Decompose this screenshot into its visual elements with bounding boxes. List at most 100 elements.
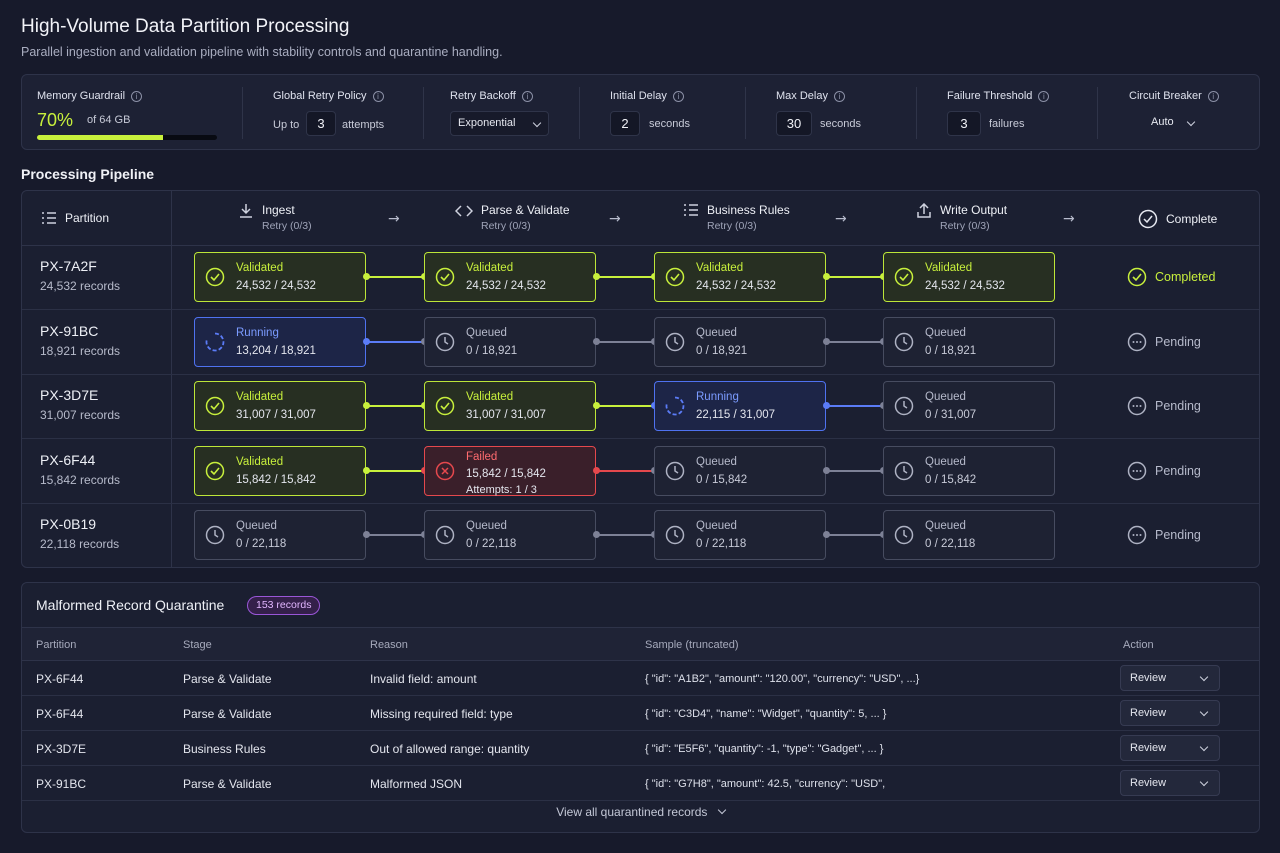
pipeline-table: Partition Ingest Retry (0/3) → Parse & Va… — [21, 190, 1260, 568]
stage-cell[interactable]: Queued 0 / 18,921 — [424, 316, 596, 367]
failure-threshold-input[interactable]: 3 — [947, 111, 981, 136]
stage-cell[interactable]: Validated 24,532 / 24,532 — [654, 252, 826, 302]
stage-status: Validated — [925, 262, 973, 274]
initial-delay-input[interactable]: 2 — [610, 111, 640, 136]
info-icon[interactable]: i — [372, 90, 384, 102]
connector-dot — [362, 531, 370, 538]
stage-header-ingest: Ingest Retry (0/3) — [238, 203, 312, 232]
stage-cell[interactable]: Queued 0 / 22,118 — [194, 510, 366, 560]
failure-threshold-unit: failures — [989, 118, 1025, 130]
retry-prefix: Up to — [273, 119, 300, 131]
stage-status: Running — [696, 391, 739, 403]
chevron-down-icon — [1199, 742, 1209, 752]
info-icon[interactable]: i — [131, 90, 143, 102]
retry-backoff-select[interactable]: Exponential — [450, 111, 549, 136]
stage-status-icon — [435, 332, 455, 352]
col-partition: Partition — [36, 639, 77, 651]
partition-header-label: Partition — [65, 211, 110, 225]
stage-status-icon — [435, 396, 455, 416]
info-icon[interactable]: i — [521, 90, 533, 102]
stage-cell[interactable]: Validated 15,842 / 15,842 — [194, 445, 366, 496]
stage-connector — [366, 340, 424, 343]
quarantine-table-header: Partition Stage Reason Sample (truncated… — [22, 627, 1259, 661]
stage-header-parse-validate: Parse & Validate Retry (0/3) — [455, 203, 570, 232]
stage-status-icon — [435, 525, 455, 545]
partition-column-header: Partition — [41, 211, 109, 225]
quarantine-stage: Parse & Validate — [183, 672, 272, 686]
stage-progress: 0 / 18,921 — [466, 344, 518, 357]
review-button[interactable]: Review — [1120, 700, 1220, 726]
stage-cell[interactable]: Queued 0 / 18,921 — [654, 316, 826, 367]
stage-status: Validated — [466, 262, 514, 274]
quarantine-reason: Out of allowed range: quantity — [370, 742, 530, 756]
completion-label: Pending — [1155, 463, 1201, 478]
review-label: Review — [1130, 672, 1167, 684]
chevron-down-icon — [1199, 672, 1209, 682]
retry-backoff-label: Retry Backoff — [450, 90, 516, 102]
stage-cell[interactable]: Validated 24,532 / 24,532 — [883, 252, 1055, 302]
check-circle-icon — [894, 267, 914, 287]
controls-bar: Memory Guardrail i 70% of 64 GB Global Re… — [21, 74, 1260, 150]
review-button[interactable]: Review — [1120, 735, 1220, 761]
circuit-breaker-label: Circuit Breaker — [1129, 90, 1202, 102]
quarantine-sample: { "id": "E5F6", "quantity": -1, "type": … — [645, 743, 884, 755]
stage-cell[interactable]: Validated 24,532 / 24,532 — [424, 252, 596, 302]
upload-icon — [917, 203, 931, 218]
connector-dot — [822, 402, 830, 409]
complete-header-label: Complete — [1166, 212, 1218, 226]
failure-threshold-label: Failure Threshold — [947, 90, 1033, 102]
stage-progress: 0 / 22,118 — [236, 538, 287, 550]
completion-status: Completed — [1127, 267, 1215, 287]
stage-cell[interactable]: Queued 0 / 22,118 — [883, 510, 1055, 560]
stage-cell[interactable]: Queued 0 / 15,842 — [654, 445, 826, 496]
stage-cell[interactable]: Running 22,115 / 31,007 — [654, 381, 826, 431]
stage-connector — [366, 534, 424, 536]
stage-connector — [596, 469, 654, 472]
review-button[interactable]: Review — [1120, 665, 1220, 691]
chevron-down-icon — [1186, 117, 1196, 127]
stage-connector — [596, 276, 654, 278]
partition-record-count: 31,007 records — [40, 408, 121, 422]
connector-dot — [362, 402, 370, 409]
stage-status-icon — [665, 396, 685, 416]
info-icon[interactable]: i — [1207, 90, 1219, 102]
clock-icon — [665, 461, 685, 480]
stage-cell[interactable]: Validated 24,532 / 24,532 — [194, 252, 366, 302]
view-all-quarantined-link[interactable]: View all quarantined records — [22, 805, 1259, 819]
stage-cell[interactable]: Validated 31,007 / 31,007 — [194, 381, 366, 431]
stage-cell[interactable]: Running 13,204 / 18,921 — [194, 316, 366, 367]
quarantine-reason: Invalid field: amount — [370, 672, 477, 686]
retry-attempts-input[interactable]: 3 — [306, 111, 336, 136]
info-icon[interactable]: i — [672, 90, 684, 102]
info-icon[interactable]: i — [833, 90, 845, 102]
stage-progress: 0 / 18,921 — [925, 344, 977, 357]
circuit-breaker-select[interactable]: Auto — [1144, 111, 1214, 136]
stage-connector — [366, 276, 424, 278]
stage-cell[interactable]: Failed 15,842 / 15,842 Attempts: 1 / 3 — [424, 445, 596, 496]
stage-cell[interactable]: Queued 0 / 18,921 — [883, 316, 1055, 367]
connector-dot — [592, 337, 600, 345]
stage-cell[interactable]: Validated 31,007 / 31,007 — [424, 381, 596, 431]
quarantine-partition: PX-6F44 — [36, 707, 84, 721]
info-icon[interactable]: i — [1038, 90, 1050, 102]
pipeline-row: PX-91BC 18,921 records Running 13,204 / 18,… — [22, 311, 1259, 375]
stage-cell[interactable]: Queued 0 / 22,118 — [654, 510, 826, 560]
stage-cell[interactable]: Queued 0 / 22,118 — [424, 510, 596, 560]
completion-label: Pending — [1155, 399, 1201, 413]
retry-backoff-value: Exponential — [458, 117, 516, 129]
arrow-right-icon: → — [388, 211, 400, 227]
connector-dot — [822, 273, 830, 280]
stage-cell[interactable]: Queued 0 / 31,007 — [883, 381, 1055, 431]
stage-connector — [826, 534, 883, 536]
stage-status-icon — [435, 267, 455, 287]
completion-status: Pending — [1127, 396, 1201, 416]
stage-status-icon — [665, 525, 685, 545]
partition-id: PX-7A2F — [40, 258, 97, 274]
review-button[interactable]: Review — [1120, 770, 1220, 796]
memory-capacity: of 64 GB — [87, 114, 131, 126]
page-subtitle: Parallel ingestion and validation pipeli… — [21, 45, 503, 59]
stage-status: Queued — [696, 455, 737, 468]
review-label: Review — [1130, 707, 1167, 719]
max-delay-input[interactable]: 30 — [776, 111, 812, 136]
stage-cell[interactable]: Queued 0 / 15,842 — [883, 445, 1055, 496]
